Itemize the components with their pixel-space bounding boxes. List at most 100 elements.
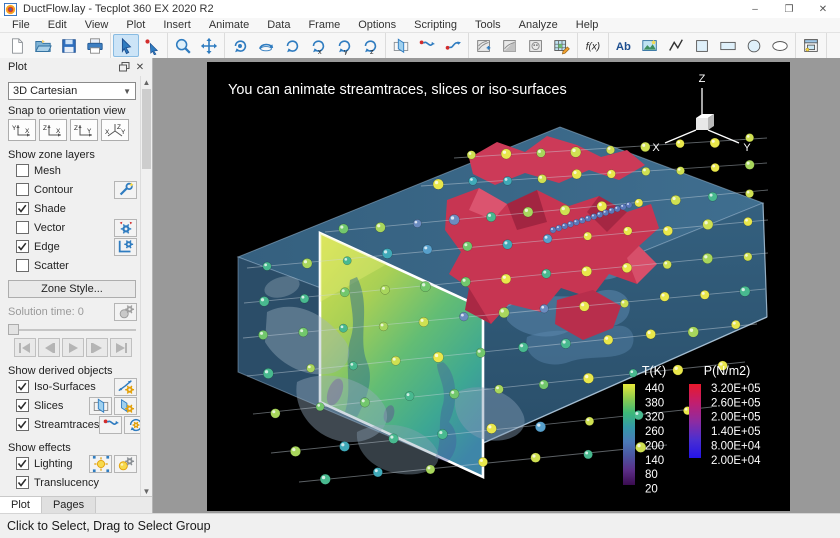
scatter-sphere bbox=[620, 299, 628, 307]
print-button[interactable] bbox=[82, 34, 108, 57]
zoom-button[interactable] bbox=[170, 34, 196, 57]
float-panel-icon[interactable] bbox=[116, 60, 132, 74]
menu-file[interactable]: File bbox=[3, 18, 39, 32]
plot-type-dropdown[interactable]: 3D Cartesian ▼ bbox=[8, 82, 136, 100]
playback-last-button[interactable] bbox=[110, 338, 132, 357]
menu-tools[interactable]: Tools bbox=[466, 18, 510, 32]
legend-0[interactable]: T(K)4403803202602001408020 bbox=[623, 364, 666, 495]
save-button[interactable] bbox=[56, 34, 82, 57]
menu-animate[interactable]: Animate bbox=[200, 18, 258, 32]
sidebar-scrollbar[interactable]: ▲ ▼ bbox=[140, 76, 152, 497]
scatter-sphere bbox=[419, 317, 429, 327]
blanking-tool-button[interactable] bbox=[523, 34, 549, 57]
sun-button[interactable] bbox=[89, 455, 112, 473]
zone-layer-checkbox-edge[interactable] bbox=[16, 240, 29, 253]
playback-first-button[interactable] bbox=[14, 338, 36, 357]
playback-next-button[interactable] bbox=[86, 338, 108, 357]
menu-help[interactable]: Help bbox=[567, 18, 608, 32]
translucency-tool-button[interactable] bbox=[497, 34, 523, 57]
slice-tool-button[interactable] bbox=[388, 34, 414, 57]
square-tool-button[interactable] bbox=[689, 34, 715, 57]
snap-view-yx-button[interactable]: YX bbox=[8, 119, 36, 141]
polyline-tool-button[interactable] bbox=[663, 34, 689, 57]
scatter-sphere bbox=[561, 339, 571, 349]
menu-edit[interactable]: Edit bbox=[39, 18, 76, 32]
select-button[interactable] bbox=[113, 34, 139, 57]
contour-tool-button[interactable] bbox=[471, 34, 497, 57]
solution-time-settings-button[interactable] bbox=[114, 303, 137, 321]
rotate-z-button[interactable]: z bbox=[357, 34, 383, 57]
image-tool-button[interactable] bbox=[637, 34, 663, 57]
scatter-sphere bbox=[263, 368, 273, 378]
rectangle-tool-button[interactable] bbox=[715, 34, 741, 57]
streamtrace-tool-button[interactable] bbox=[414, 34, 440, 57]
gear-arrows-button[interactable] bbox=[114, 219, 137, 237]
snap-view-xyz-button[interactable]: ZXY bbox=[101, 119, 129, 141]
slice-gear-button[interactable] bbox=[114, 397, 137, 415]
menu-view[interactable]: View bbox=[76, 18, 118, 32]
plot-frame[interactable]: You can animate streamtraces, slices or … bbox=[207, 62, 790, 511]
zone-layer-checkbox-contour[interactable] bbox=[16, 183, 29, 196]
close-button[interactable]: ✕ bbox=[806, 0, 840, 18]
zone-layer-checkbox-vector[interactable] bbox=[16, 221, 29, 234]
frame-tool-button[interactable] bbox=[798, 34, 824, 57]
grid-edit-tool-button[interactable] bbox=[549, 34, 575, 57]
iso-gear-button[interactable] bbox=[114, 378, 137, 396]
light-gear-button[interactable] bbox=[114, 455, 137, 473]
playback-play-button[interactable] bbox=[62, 338, 84, 357]
derived-checkbox-iso-surfaces[interactable] bbox=[16, 380, 29, 393]
stream-gear-button[interactable] bbox=[124, 416, 141, 434]
function-tool-button[interactable]: f(x) bbox=[580, 34, 606, 57]
menu-options[interactable]: Options bbox=[349, 18, 405, 32]
tab-pages[interactable]: Pages bbox=[42, 497, 96, 513]
effect-checkbox-translucency[interactable] bbox=[16, 476, 29, 489]
minimize-button[interactable]: – bbox=[738, 0, 772, 18]
adjust-button[interactable] bbox=[139, 34, 165, 57]
slider-handle[interactable] bbox=[8, 324, 19, 335]
rotate-y-button[interactable]: y bbox=[331, 34, 357, 57]
rotate-x-button[interactable]: x bbox=[305, 34, 331, 57]
menu-plot[interactable]: Plot bbox=[117, 18, 154, 32]
menu-scripting[interactable]: Scripting bbox=[405, 18, 466, 32]
scatter-sphere bbox=[307, 364, 315, 372]
open-file-button[interactable] bbox=[30, 34, 56, 57]
scrollbar-thumb[interactable] bbox=[142, 89, 151, 169]
snap-view-zy-button[interactable]: ZY bbox=[70, 119, 98, 141]
zone-layer-checkbox-mesh[interactable] bbox=[16, 164, 29, 177]
wand-button[interactable] bbox=[114, 181, 137, 199]
edge-gear-button[interactable] bbox=[114, 238, 137, 256]
menu-analyze[interactable]: Analyze bbox=[510, 18, 567, 32]
menu-data[interactable]: Data bbox=[258, 18, 299, 32]
effect-checkbox-lighting[interactable] bbox=[16, 457, 29, 470]
legend-1[interactable]: P(N/m2)3.20E+052.60E+052.00E+051.40E+058… bbox=[689, 364, 761, 467]
slice-button[interactable] bbox=[89, 397, 112, 415]
axis-x-label: X bbox=[652, 142, 660, 154]
text-tool-button[interactable]: Ab bbox=[611, 34, 637, 57]
snap-view-zx-button[interactable]: ZX bbox=[39, 119, 67, 141]
menu-insert[interactable]: Insert bbox=[154, 18, 200, 32]
derived-checkbox-slices[interactable] bbox=[16, 399, 29, 412]
scroll-up-icon[interactable]: ▲ bbox=[141, 76, 152, 88]
restore-button[interactable]: ❐ bbox=[772, 0, 806, 18]
new-file-button[interactable] bbox=[4, 34, 30, 57]
derived-checkbox-streamtraces[interactable] bbox=[16, 418, 29, 431]
tab-plot[interactable]: Plot bbox=[0, 497, 42, 513]
streamtrace-curve-tool-button[interactable] bbox=[440, 34, 466, 57]
playback-prev-button[interactable] bbox=[38, 338, 60, 357]
scatter-sphere bbox=[676, 139, 685, 148]
rotate-twist-button[interactable] bbox=[253, 34, 279, 57]
menu-frame[interactable]: Frame bbox=[299, 18, 349, 32]
zone-layer-checkbox-shade[interactable] bbox=[16, 202, 29, 215]
solution-time-slider[interactable] bbox=[8, 324, 136, 335]
zone-style-button[interactable]: Zone Style... bbox=[8, 280, 136, 298]
rotate-rollerball-button[interactable] bbox=[227, 34, 253, 57]
ellipse-tool-button[interactable] bbox=[767, 34, 793, 57]
close-panel-icon[interactable]: ✕ bbox=[132, 60, 148, 74]
scatter-sphere bbox=[476, 348, 485, 357]
stream-button[interactable] bbox=[99, 416, 122, 434]
circle-tool-button[interactable] bbox=[741, 34, 767, 57]
rotate-spin-button[interactable] bbox=[279, 34, 305, 57]
translate-button[interactable] bbox=[196, 34, 222, 57]
zone-layer-checkbox-scatter[interactable] bbox=[16, 259, 29, 272]
annotation-text[interactable]: You can animate streamtraces, slices or … bbox=[228, 82, 567, 98]
